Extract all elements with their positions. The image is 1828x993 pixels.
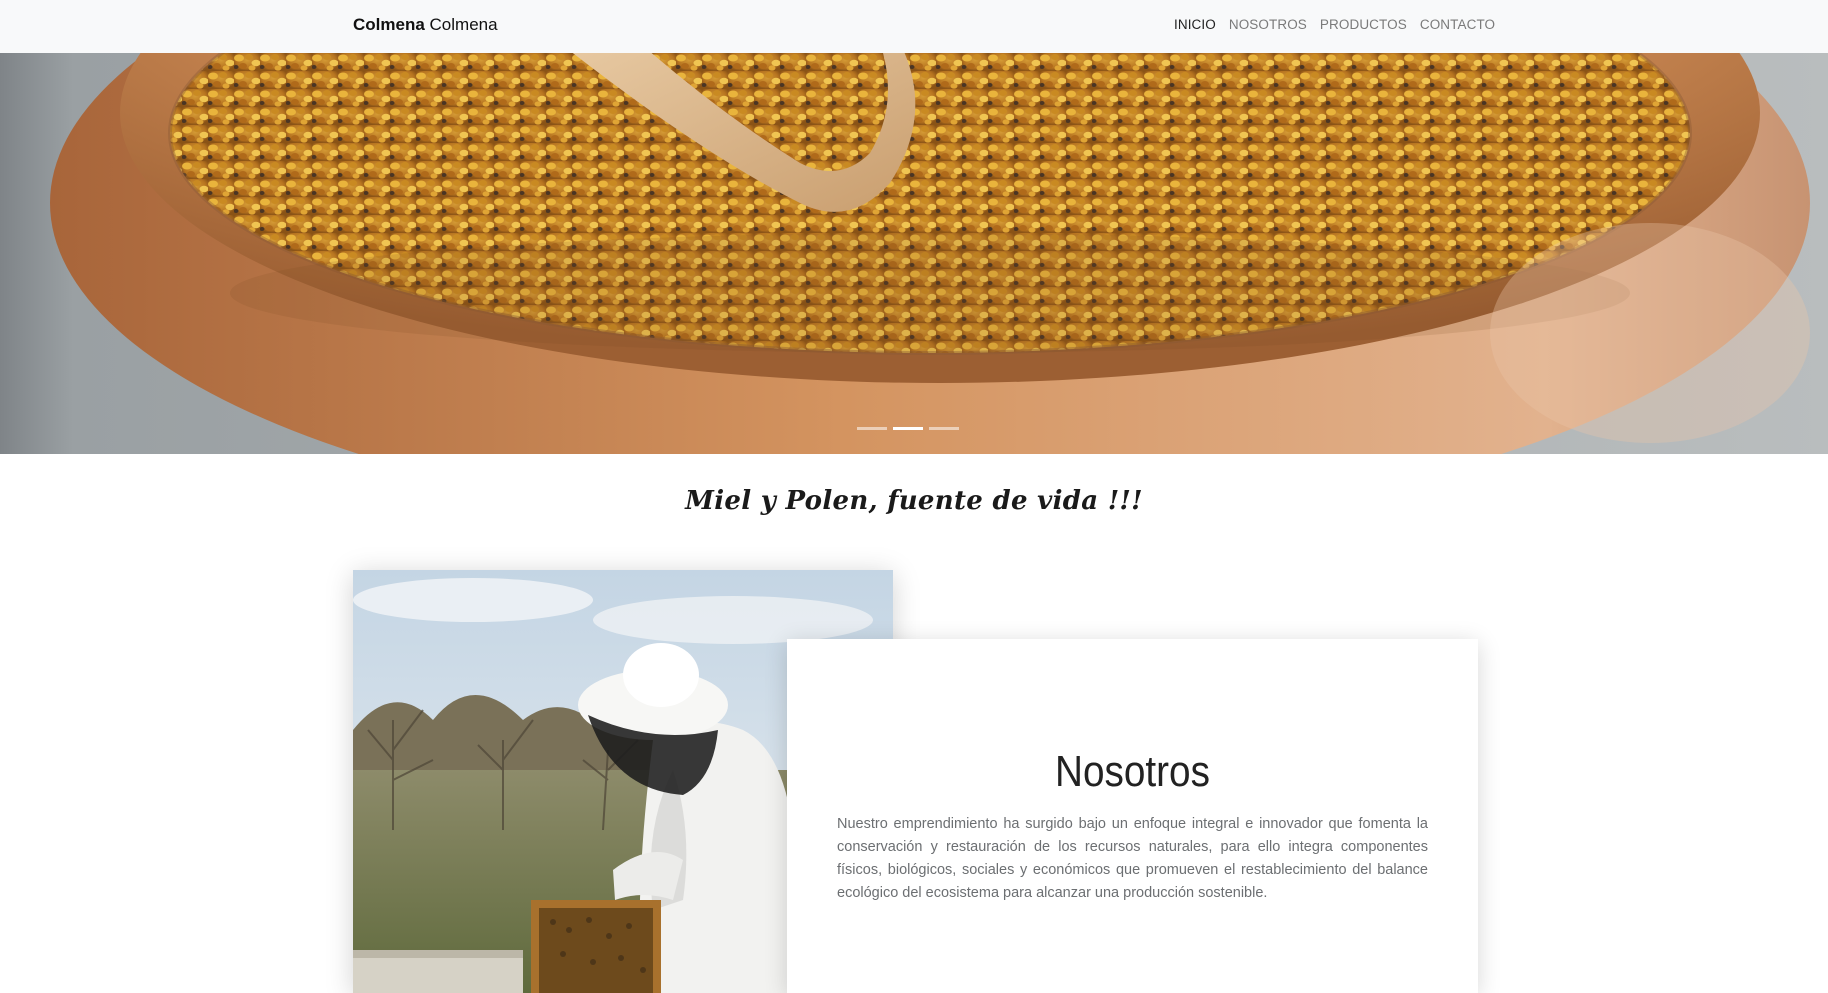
nav-link-contacto[interactable]: CONTACTO	[1420, 17, 1495, 32]
nav-link-nosotros[interactable]: NOSOTROS	[1229, 17, 1307, 32]
about-card: Nosotros Nuestro emprendimiento ha surgi…	[787, 639, 1478, 993]
brand-name-bold: Colmena	[353, 15, 425, 34]
carousel-indicators	[857, 427, 959, 430]
nav-link-inicio[interactable]: INICIO	[1174, 17, 1216, 32]
about-body: Nuestro emprendimiento ha surgido bajo u…	[837, 816, 1428, 901]
about-title: Nosotros	[1055, 747, 1210, 796]
nav-link-productos[interactable]: PRODUCTOS	[1320, 17, 1407, 32]
carousel-indicator-1[interactable]	[857, 427, 887, 430]
carousel-indicator-3[interactable]	[929, 427, 959, 430]
hero-carousel[interactable]	[0, 53, 1828, 454]
carousel-indicator-2[interactable]	[893, 427, 923, 430]
brand-name: Colmena	[429, 15, 498, 34]
hero-image-pollen-bowl	[50, 53, 1810, 454]
tagline: Miel y Polen, fuente de vida !!!	[685, 486, 1143, 516]
brand-logo[interactable]: Colmena Colmena	[353, 15, 498, 35]
navbar: Colmena Colmena INICIO NOSOTROS PRODUCTO…	[0, 0, 1828, 53]
main-nav: INICIO NOSOTROS PRODUCTOS CONTACTO	[1174, 17, 1495, 32]
